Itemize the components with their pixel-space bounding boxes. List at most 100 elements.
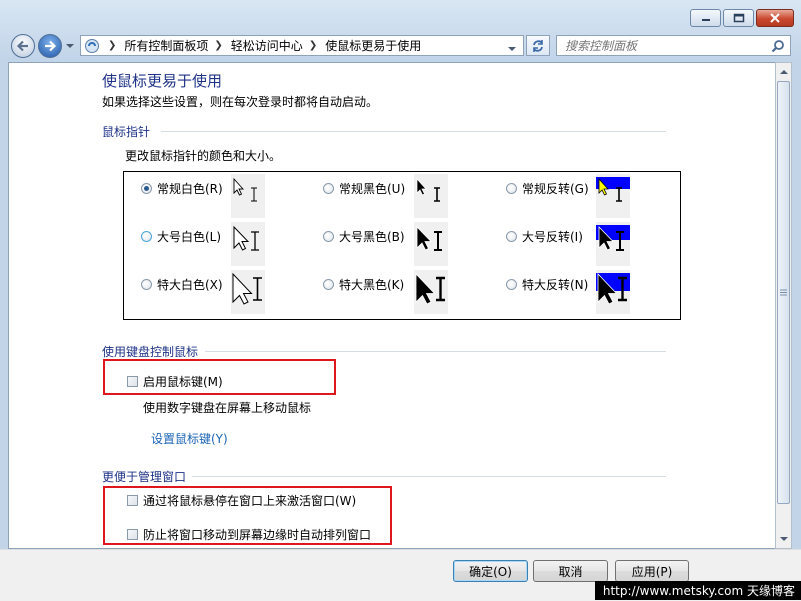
prevent-arrange-checkbox[interactable]: 防止将窗口移动到屏幕边缘时自动排列窗口 <box>127 526 371 543</box>
pointer-preview-extra-large-black <box>414 270 448 314</box>
breadcrumb-separator: ❯ <box>308 40 318 51</box>
cursor-arrow-icon <box>233 225 259 251</box>
cursor-arrow-icon <box>416 226 442 251</box>
breadcrumb-separator: ❯ <box>214 40 223 51</box>
forward-button[interactable] <box>38 34 62 58</box>
pointers-group-header: 鼠标指针 <box>102 125 151 139</box>
checkbox-label: 启用鼠标键(M) <box>143 375 223 389</box>
apply-button[interactable]: 应用(P) <box>615 560 689 582</box>
arrow-right-icon <box>45 40 57 52</box>
chevron-down-icon <box>66 44 74 48</box>
pointer-preview-regular-inverse <box>596 174 630 218</box>
search-button[interactable] <box>771 39 785 56</box>
page-title: 使鼠标更易于使用 <box>102 72 223 90</box>
pointer-option[interactable]: 常规反转(G) <box>506 180 589 197</box>
hover-activate-checkbox[interactable]: 通过将鼠标悬停在窗口上来激活窗口(W) <box>127 492 356 509</box>
keyboard-group-header: 使用键盘控制鼠标 <box>102 345 199 359</box>
control-panel-icon <box>85 38 99 53</box>
mouse-keys-description: 使用数字键盘在屏幕上移动鼠标 <box>143 401 312 415</box>
pointer-preview-large-black <box>414 222 448 266</box>
breadcrumb-item[interactable]: 轻松访问中心 <box>231 37 303 54</box>
scroll-thumb[interactable] <box>777 81 790 504</box>
grip-icon <box>780 289 787 296</box>
windows-group-header: 更便于管理窗口 <box>102 470 187 484</box>
cursor-arrow-icon <box>596 177 630 202</box>
cursor-arrow-icon <box>596 272 630 305</box>
checkbox[interactable] <box>127 529 138 540</box>
window-frame: ❯ 所有控制面板项 ❯ 轻松访问中心 ❯ 使鼠标更易于使用 使鼠标更易于使用 如… <box>0 0 801 601</box>
ok-button[interactable]: 确定(O) <box>453 560 528 582</box>
pointer-option-label: 大号黑色(B) <box>339 230 405 244</box>
address-bar[interactable]: ❯ 所有控制面板项 ❯ 轻松访问中心 ❯ 使鼠标更易于使用 <box>80 35 524 56</box>
pointer-option[interactable]: 特大黑色(K) <box>323 276 404 293</box>
pointer-preview-extra-large-inverse <box>596 270 630 314</box>
divider <box>192 476 666 477</box>
pointer-option-label: 特大反转(N) <box>522 278 589 292</box>
setup-mouse-keys-link[interactable]: 设置鼠标键(Y) <box>151 430 228 447</box>
minimize-button[interactable] <box>690 9 721 27</box>
refresh-icon <box>533 39 543 52</box>
minimize-icon <box>701 19 710 21</box>
content-pane: 使鼠标更易于使用 如果选择这些设置，则在每次登录时都将自动启动。 鼠标指针 更改… <box>8 62 775 549</box>
breadcrumb-item[interactable]: 使鼠标更易于使用 <box>325 37 421 54</box>
radio-button[interactable] <box>506 231 517 242</box>
pointer-option[interactable]: 特大反转(N) <box>506 276 588 293</box>
cursor-arrow-icon <box>415 272 445 305</box>
radio-button[interactable] <box>506 183 517 194</box>
scroll-down-button[interactable] <box>776 531 791 547</box>
radio-button[interactable] <box>323 279 334 290</box>
vertical-scrollbar[interactable] <box>775 62 792 549</box>
pointer-preview-large-white <box>231 222 265 266</box>
pointers-description: 更改鼠标指针的颜色和大小。 <box>125 149 282 163</box>
back-button[interactable] <box>11 34 35 58</box>
triangle-up-icon <box>779 70 788 74</box>
checkbox[interactable] <box>127 376 138 387</box>
pointer-option[interactable]: 常规白色(R) <box>141 180 223 197</box>
radio-button[interactable] <box>506 279 517 290</box>
close-button[interactable] <box>756 9 794 27</box>
navigation-bar: ❯ 所有控制面板项 ❯ 轻松访问中心 ❯ 使鼠标更易于使用 <box>8 33 791 59</box>
radio-button[interactable] <box>141 231 152 242</box>
pointer-preview-extra-large-white <box>231 270 265 314</box>
breadcrumb-separator: ❯ <box>108 40 117 51</box>
watermark: http://www.metsky.com 天缘博客 <box>594 581 801 600</box>
radio-button[interactable] <box>141 183 152 194</box>
checkbox-label: 通过将鼠标悬停在窗口上来激活窗口(W) <box>143 494 357 508</box>
chevron-down-icon <box>508 47 516 51</box>
scroll-up-button[interactable] <box>776 64 791 80</box>
close-icon <box>770 13 780 23</box>
search-input[interactable] <box>565 37 765 54</box>
cursor-arrow-icon <box>233 177 257 202</box>
pointer-preview-regular-white <box>231 174 265 218</box>
radio-button[interactable] <box>323 183 334 194</box>
address-dropdown[interactable] <box>507 42 517 56</box>
page-subtitle: 如果选择这些设置，则在每次登录时都将自动启动。 <box>102 95 379 109</box>
recent-pages-dropdown[interactable] <box>65 39 75 53</box>
pointer-option[interactable]: 大号反转(I) <box>506 228 583 245</box>
pointer-option-label: 常规黑色(U) <box>339 182 406 196</box>
pointer-option[interactable]: 常规黑色(U) <box>323 180 405 197</box>
breadcrumb-item[interactable]: 所有控制面板项 <box>124 37 208 54</box>
mouse-keys-checkbox[interactable]: 启用鼠标键(M) <box>127 373 223 390</box>
checkbox[interactable] <box>127 495 138 506</box>
cursor-arrow-icon <box>232 272 262 305</box>
triangle-down-icon <box>779 537 788 541</box>
pointer-preview-regular-black <box>414 174 448 218</box>
pointer-option[interactable]: 大号白色(L) <box>141 228 221 245</box>
radio-button[interactable] <box>323 231 334 242</box>
cursor-arrow-icon <box>596 225 630 251</box>
divider <box>205 351 666 352</box>
pointer-option[interactable]: 特大白色(X) <box>141 276 223 293</box>
pointer-option-label: 特大黑色(K) <box>339 278 405 292</box>
cancel-button[interactable]: 取消 <box>533 560 608 582</box>
pointer-option[interactable]: 大号黑色(B) <box>323 228 405 245</box>
caption-buttons <box>688 9 794 27</box>
pointer-scheme-box: 常规白色(R) 常规黑色(U) 常规反转(G) 大号白色(L) 大号黑色(B) … <box>123 171 681 320</box>
refresh-button[interactable] <box>526 35 550 56</box>
search-box <box>556 35 791 56</box>
pointer-preview-large-inverse <box>596 222 630 266</box>
pointer-option-label: 常规白色(R) <box>157 182 223 196</box>
maximize-button[interactable] <box>723 9 754 27</box>
radio-button[interactable] <box>141 279 152 290</box>
checkbox-label: 防止将窗口移动到屏幕边缘时自动排列窗口 <box>143 528 372 542</box>
